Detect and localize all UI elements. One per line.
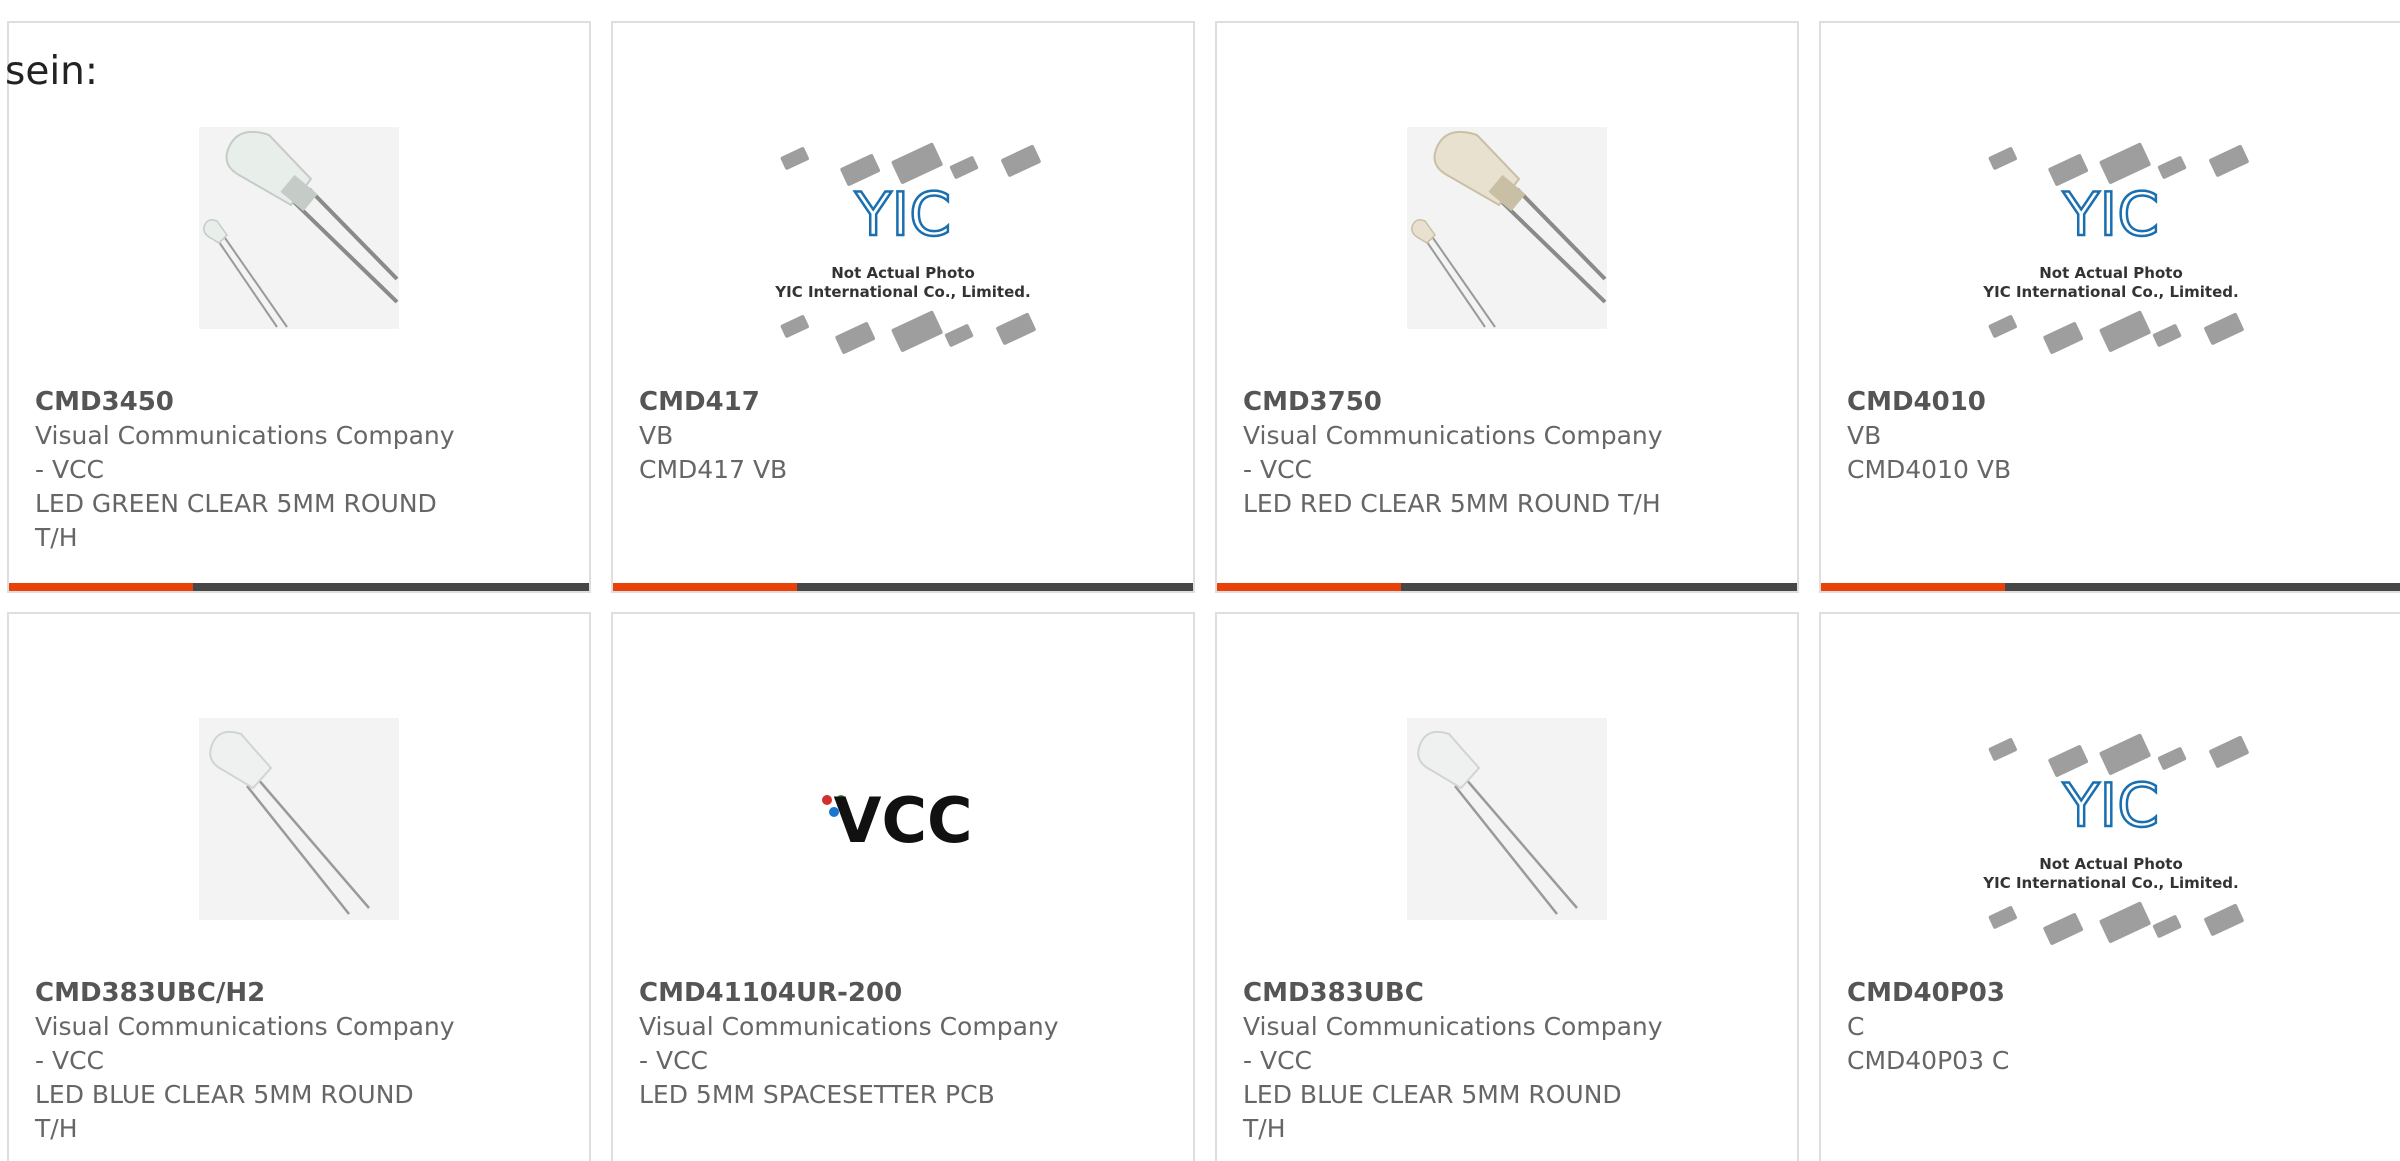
product-part-number[interactable]: CMD417 bbox=[639, 385, 1173, 419]
card-bar-accent bbox=[613, 583, 797, 591]
product-description: CMD40P03 C bbox=[1847, 1046, 2010, 1075]
product-description: LED GREEN CLEAR 5MM ROUND T/H bbox=[35, 489, 437, 552]
placeholder-caption-1: Not Actual Photo bbox=[831, 264, 975, 282]
placeholder-caption-2: YIC International Co., Limited. bbox=[1982, 283, 2238, 301]
product-image[interactable] bbox=[9, 674, 589, 964]
product-description: LED BLUE CLEAR 5MM ROUND T/H bbox=[35, 1080, 414, 1143]
product-image[interactable]: YIC Not Actual Photo YIC International C… bbox=[1821, 103, 2400, 393]
product-info: CMD417 VB CMD417 VB bbox=[639, 385, 1173, 487]
led-photo-icon bbox=[1407, 718, 1607, 920]
product-part-number[interactable]: CMD41104UR-200 bbox=[639, 976, 1173, 1010]
product-manufacturer: Visual Communications Company - VCC bbox=[1243, 421, 1663, 484]
product-card[interactable]: CMD383UBC Visual Communications Company … bbox=[1215, 612, 1799, 1161]
product-manufacturer: VB bbox=[1847, 421, 1882, 450]
led-photo-icon bbox=[199, 718, 399, 920]
product-grid: CMD3450 Visual Communications Company - … bbox=[0, 0, 2400, 1161]
placeholder-caption-1: Not Actual Photo bbox=[2039, 264, 2183, 282]
product-card[interactable]: YIC Not Actual Photo YIC International C… bbox=[1819, 21, 2400, 593]
product-description: CMD4010 VB bbox=[1847, 455, 2012, 484]
product-info: CMD3450 Visual Communications Company - … bbox=[35, 385, 569, 555]
page: sein: CMD3450 Visual Communications Comp… bbox=[0, 0, 2400, 1161]
placeholder-caption-1: Not Actual Photo bbox=[2039, 855, 2183, 873]
product-manufacturer: VB bbox=[639, 421, 674, 450]
product-image[interactable]: VCC bbox=[613, 674, 1193, 964]
product-card[interactable]: CMD3450 Visual Communications Company - … bbox=[7, 21, 591, 593]
card-bottom-bar bbox=[613, 583, 1193, 591]
led-photo-icon bbox=[199, 127, 399, 329]
product-manufacturer: Visual Communications Company - VCC bbox=[35, 421, 455, 484]
vcc-logo-icon: VCC bbox=[822, 784, 973, 857]
product-card[interactable]: YIC Not Actual Photo YIC International C… bbox=[1819, 612, 2400, 1161]
yic-placeholder-icon: YIC Not Actual Photo YIC International C… bbox=[1982, 142, 2249, 354]
product-info: CMD383UBC Visual Communications Company … bbox=[1243, 976, 1777, 1146]
product-part-number[interactable]: CMD4010 bbox=[1847, 385, 2397, 419]
card-bar-accent bbox=[9, 583, 193, 591]
card-bottom-bar bbox=[1821, 583, 2400, 591]
product-card[interactable]: VCC CMD41104UR-200 Visual Communications… bbox=[611, 612, 1195, 1161]
yic-logo-text: YIC bbox=[2062, 771, 2159, 841]
product-info: CMD3750 Visual Communications Company - … bbox=[1243, 385, 1777, 521]
product-image[interactable] bbox=[1217, 674, 1797, 964]
product-image[interactable]: YIC Not Actual Photo YIC International C… bbox=[1821, 694, 2400, 984]
led-photo-icon bbox=[1407, 127, 1607, 329]
product-image[interactable]: YIC Not Actual Photo YIC International C… bbox=[613, 103, 1193, 393]
product-description: LED RED CLEAR 5MM ROUND T/H bbox=[1243, 489, 1661, 518]
card-bottom-bar bbox=[1217, 583, 1797, 591]
intro-text: sein: bbox=[5, 49, 99, 94]
yic-placeholder-icon: YIC Not Actual Photo YIC International C… bbox=[1982, 733, 2249, 945]
product-card[interactable]: CMD3750 Visual Communications Company - … bbox=[1215, 21, 1799, 593]
product-manufacturer: Visual Communications Company - VCC bbox=[1243, 1012, 1663, 1075]
product-info: CMD40P03 C CMD40P03 C bbox=[1847, 976, 2397, 1078]
product-card[interactable]: CMD383UBC/H2 Visual Communications Compa… bbox=[7, 612, 591, 1161]
product-part-number[interactable]: CMD40P03 bbox=[1847, 976, 2397, 1010]
product-description: LED 5MM SPACESETTER PCB bbox=[639, 1080, 995, 1109]
product-card[interactable]: YIC Not Actual Photo YIC International C… bbox=[611, 21, 1195, 593]
vcc-logo-text: VCC bbox=[834, 784, 973, 857]
product-part-number[interactable]: CMD3450 bbox=[35, 385, 569, 419]
yic-logo-text: YIC bbox=[2062, 180, 2159, 250]
card-bottom-bar bbox=[9, 583, 589, 591]
card-bar-accent bbox=[1217, 583, 1401, 591]
yic-logo-text: YIC bbox=[854, 180, 951, 250]
product-manufacturer: Visual Communications Company - VCC bbox=[35, 1012, 455, 1075]
placeholder-caption-2: YIC International Co., Limited. bbox=[774, 283, 1030, 301]
product-manufacturer: C bbox=[1847, 1012, 1865, 1041]
product-part-number[interactable]: CMD3750 bbox=[1243, 385, 1777, 419]
product-image[interactable] bbox=[9, 83, 589, 373]
yic-placeholder-icon: YIC Not Actual Photo YIC International C… bbox=[774, 142, 1041, 354]
product-info: CMD4010 VB CMD4010 VB bbox=[1847, 385, 2397, 487]
placeholder-caption-2: YIC International Co., Limited. bbox=[1982, 874, 2238, 892]
product-description: CMD417 VB bbox=[639, 455, 788, 484]
product-info: CMD41104UR-200 Visual Communications Com… bbox=[639, 976, 1173, 1112]
product-info: CMD383UBC/H2 Visual Communications Compa… bbox=[35, 976, 569, 1146]
product-manufacturer: Visual Communications Company - VCC bbox=[639, 1012, 1059, 1075]
product-description: LED BLUE CLEAR 5MM ROUND T/H bbox=[1243, 1080, 1622, 1143]
card-bar-accent bbox=[1821, 583, 2005, 591]
product-image[interactable] bbox=[1217, 83, 1797, 373]
product-part-number[interactable]: CMD383UBC/H2 bbox=[35, 976, 569, 1010]
product-part-number[interactable]: CMD383UBC bbox=[1243, 976, 1777, 1010]
